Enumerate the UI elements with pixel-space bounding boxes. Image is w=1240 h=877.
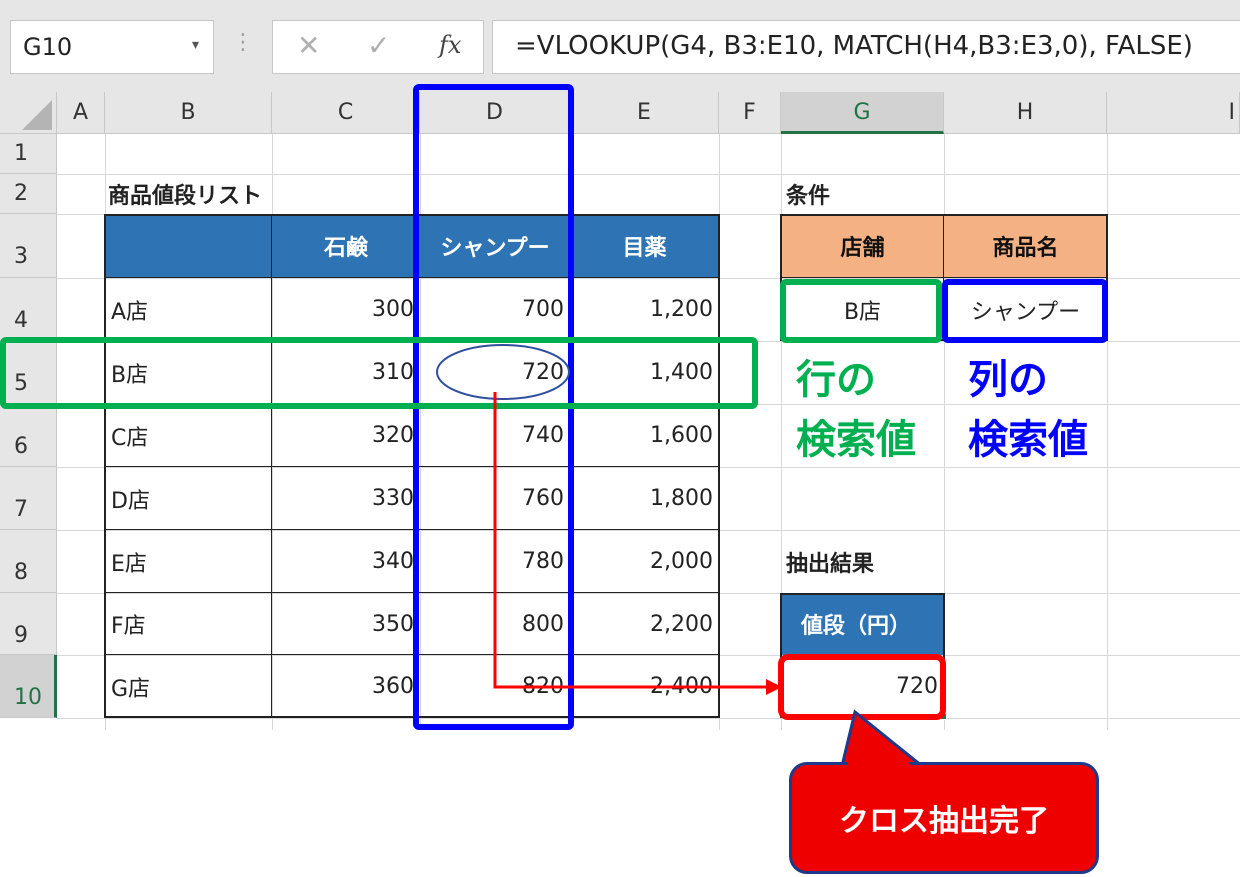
callout-tail-fill [847,722,915,768]
callout-tail-cover [847,722,915,768]
